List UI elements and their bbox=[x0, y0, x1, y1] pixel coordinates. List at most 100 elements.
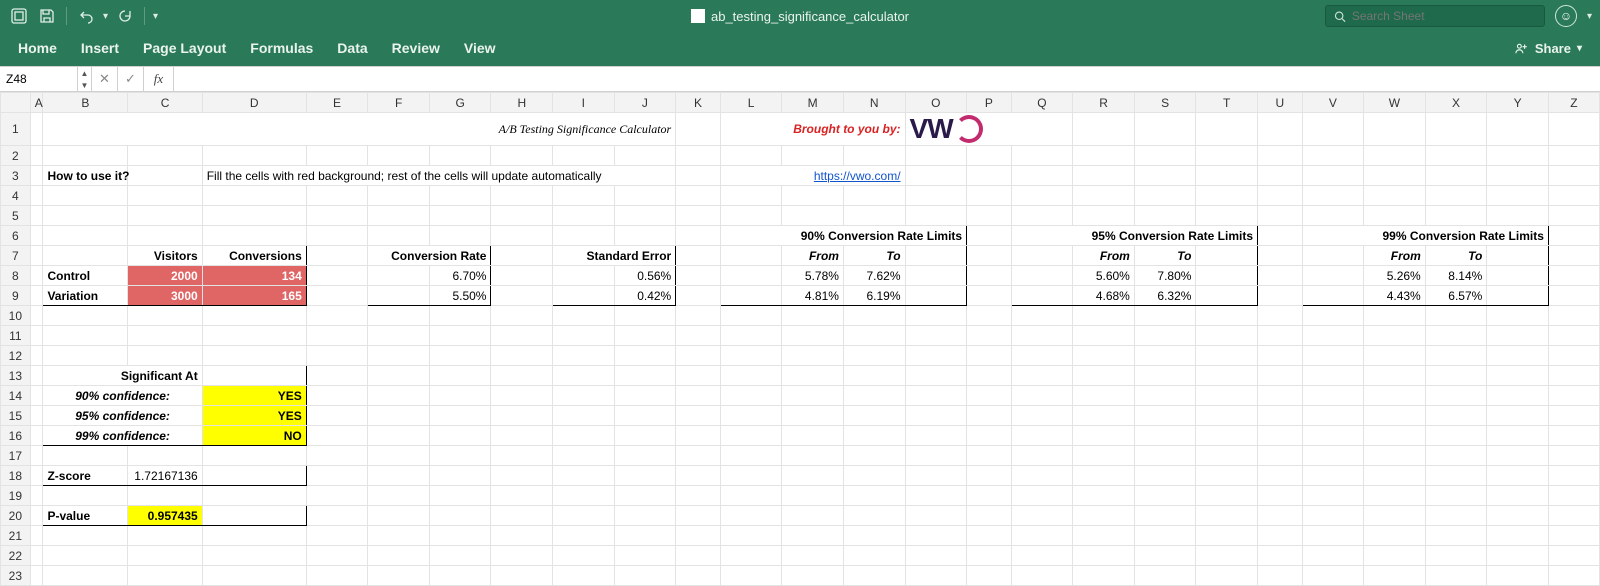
limits-95-to-variation: 6.32% bbox=[1134, 286, 1196, 306]
row-header[interactable]: 13 bbox=[1, 366, 31, 386]
select-all-corner[interactable] bbox=[1, 93, 31, 113]
search-sheet[interactable] bbox=[1325, 5, 1545, 27]
tab-review[interactable]: Review bbox=[392, 40, 440, 56]
sig-label-90: 90% confidence: bbox=[43, 386, 202, 406]
row-header[interactable]: 10 bbox=[1, 306, 31, 326]
input-visitors-variation[interactable]: 3000 bbox=[128, 286, 202, 306]
col-header[interactable]: G bbox=[429, 93, 491, 113]
conv-rate-control: 6.70% bbox=[429, 266, 491, 286]
col-header[interactable]: C bbox=[128, 93, 202, 113]
cancel-formula-icon[interactable]: ✕ bbox=[92, 67, 118, 91]
col-header[interactable]: W bbox=[1364, 93, 1426, 113]
col-header[interactable]: L bbox=[720, 93, 782, 113]
share-button[interactable]: Share bbox=[1535, 41, 1571, 56]
autosave-icon[interactable] bbox=[8, 5, 30, 27]
qat-customize-icon[interactable]: ▾ bbox=[153, 11, 158, 22]
row-header[interactable]: 16 bbox=[1, 426, 31, 446]
tab-formulas[interactable]: Formulas bbox=[250, 40, 313, 56]
share-dropdown-icon[interactable]: ▾ bbox=[1577, 43, 1582, 54]
redo-icon[interactable] bbox=[114, 5, 136, 27]
col-header[interactable]: E bbox=[306, 93, 368, 113]
document-title-text: ab_testing_significance_calculator bbox=[711, 9, 909, 24]
row-header[interactable]: 1 bbox=[1, 113, 31, 146]
input-conversions-control[interactable]: 134 bbox=[202, 266, 306, 286]
row-header[interactable]: 15 bbox=[1, 406, 31, 426]
col-header[interactable]: D bbox=[202, 93, 306, 113]
row-header[interactable]: 8 bbox=[1, 266, 31, 286]
col-header[interactable]: K bbox=[676, 93, 721, 113]
tab-page-layout[interactable]: Page Layout bbox=[143, 40, 226, 56]
accept-formula-icon[interactable]: ✓ bbox=[118, 67, 144, 91]
col-header[interactable]: V bbox=[1302, 93, 1364, 113]
col-header[interactable]: U bbox=[1258, 93, 1303, 113]
row-header[interactable]: 5 bbox=[1, 206, 31, 226]
tab-view[interactable]: View bbox=[464, 40, 496, 56]
ribbon: ▾ ▾ ab_testing_significance_calculator ☺… bbox=[0, 0, 1600, 66]
limits-95-to-hdr: To bbox=[1134, 246, 1196, 266]
row-header[interactable]: 9 bbox=[1, 286, 31, 306]
row-header[interactable]: 4 bbox=[1, 186, 31, 206]
vwo-logo: VW bbox=[905, 113, 1073, 146]
limits-90-to-control: 7.62% bbox=[843, 266, 905, 286]
col-header[interactable]: O bbox=[905, 93, 967, 113]
limits-99-to-hdr: To bbox=[1425, 246, 1487, 266]
col-header[interactable]: T bbox=[1196, 93, 1258, 113]
name-box[interactable]: Z48 bbox=[0, 67, 78, 91]
col-header[interactable]: F bbox=[368, 93, 430, 113]
row-header[interactable]: 12 bbox=[1, 346, 31, 366]
row-header[interactable]: 21 bbox=[1, 526, 31, 546]
search-input[interactable] bbox=[1352, 9, 1536, 23]
col-header[interactable]: P bbox=[967, 93, 1012, 113]
input-conversions-variation[interactable]: 165 bbox=[202, 286, 306, 306]
col-header[interactable]: A bbox=[30, 93, 43, 113]
col-header[interactable]: J bbox=[614, 93, 676, 113]
conv-rate-variation: 5.50% bbox=[429, 286, 491, 306]
tab-insert[interactable]: Insert bbox=[81, 40, 119, 56]
col-header[interactable]: Q bbox=[1011, 93, 1073, 113]
help-icon[interactable]: ☺ bbox=[1555, 5, 1577, 27]
row-header[interactable]: 20 bbox=[1, 506, 31, 526]
limits-90-to-hdr: To bbox=[843, 246, 905, 266]
col-header[interactable]: M bbox=[782, 93, 844, 113]
col-header[interactable]: B bbox=[43, 93, 128, 113]
row-header[interactable]: 6 bbox=[1, 226, 31, 246]
save-icon[interactable] bbox=[36, 5, 58, 27]
row-header[interactable]: 22 bbox=[1, 546, 31, 566]
spreadsheet-grid[interactable]: A B C D E F G H I J K L M N O P Q R S T … bbox=[0, 92, 1600, 586]
col-header[interactable]: H bbox=[491, 93, 553, 113]
input-visitors-control[interactable]: 2000 bbox=[128, 266, 202, 286]
col-header[interactable]: S bbox=[1134, 93, 1196, 113]
vwo-link[interactable]: https://vwo.com/ bbox=[720, 166, 905, 186]
col-header[interactable]: N bbox=[843, 93, 905, 113]
col-header[interactable]: R bbox=[1073, 93, 1135, 113]
row-header[interactable]: 14 bbox=[1, 386, 31, 406]
sig-value-99: NO bbox=[202, 426, 306, 446]
tab-data[interactable]: Data bbox=[337, 40, 367, 56]
help-dropdown-icon[interactable]: ▾ bbox=[1587, 11, 1592, 22]
limits-99-from-variation: 4.43% bbox=[1364, 286, 1426, 306]
col-header[interactable]: X bbox=[1425, 93, 1487, 113]
col-header[interactable]: Y bbox=[1487, 93, 1549, 113]
formula-input[interactable] bbox=[174, 67, 1600, 91]
row-header[interactable]: 17 bbox=[1, 446, 31, 466]
document-title: ab_testing_significance_calculator bbox=[691, 9, 909, 24]
row-label-variation: Variation bbox=[43, 286, 128, 306]
fx-icon[interactable]: fx bbox=[144, 67, 174, 91]
row-header[interactable]: 2 bbox=[1, 146, 31, 166]
col-header[interactable]: I bbox=[553, 93, 615, 113]
row-header[interactable]: 18 bbox=[1, 466, 31, 486]
undo-dropdown-icon[interactable]: ▾ bbox=[103, 11, 108, 22]
row-header[interactable]: 7 bbox=[1, 246, 31, 266]
row-header[interactable]: 19 bbox=[1, 486, 31, 506]
name-box-stepper[interactable]: ▲▼ bbox=[78, 67, 92, 91]
undo-icon[interactable] bbox=[75, 5, 97, 27]
tab-home[interactable]: Home bbox=[18, 40, 57, 56]
row-header[interactable]: 3 bbox=[1, 166, 31, 186]
how-to-text: Fill the cells with red background; rest… bbox=[202, 166, 676, 186]
std-error-header: Standard Error bbox=[553, 246, 676, 266]
zscore-label: Z-score bbox=[43, 466, 128, 486]
row-header[interactable]: 23 bbox=[1, 566, 31, 586]
row-header[interactable]: 11 bbox=[1, 326, 31, 346]
col-header[interactable]: Z bbox=[1548, 93, 1599, 113]
ribbon-tabs: Home Insert Page Layout Formulas Data Re… bbox=[0, 32, 1600, 66]
